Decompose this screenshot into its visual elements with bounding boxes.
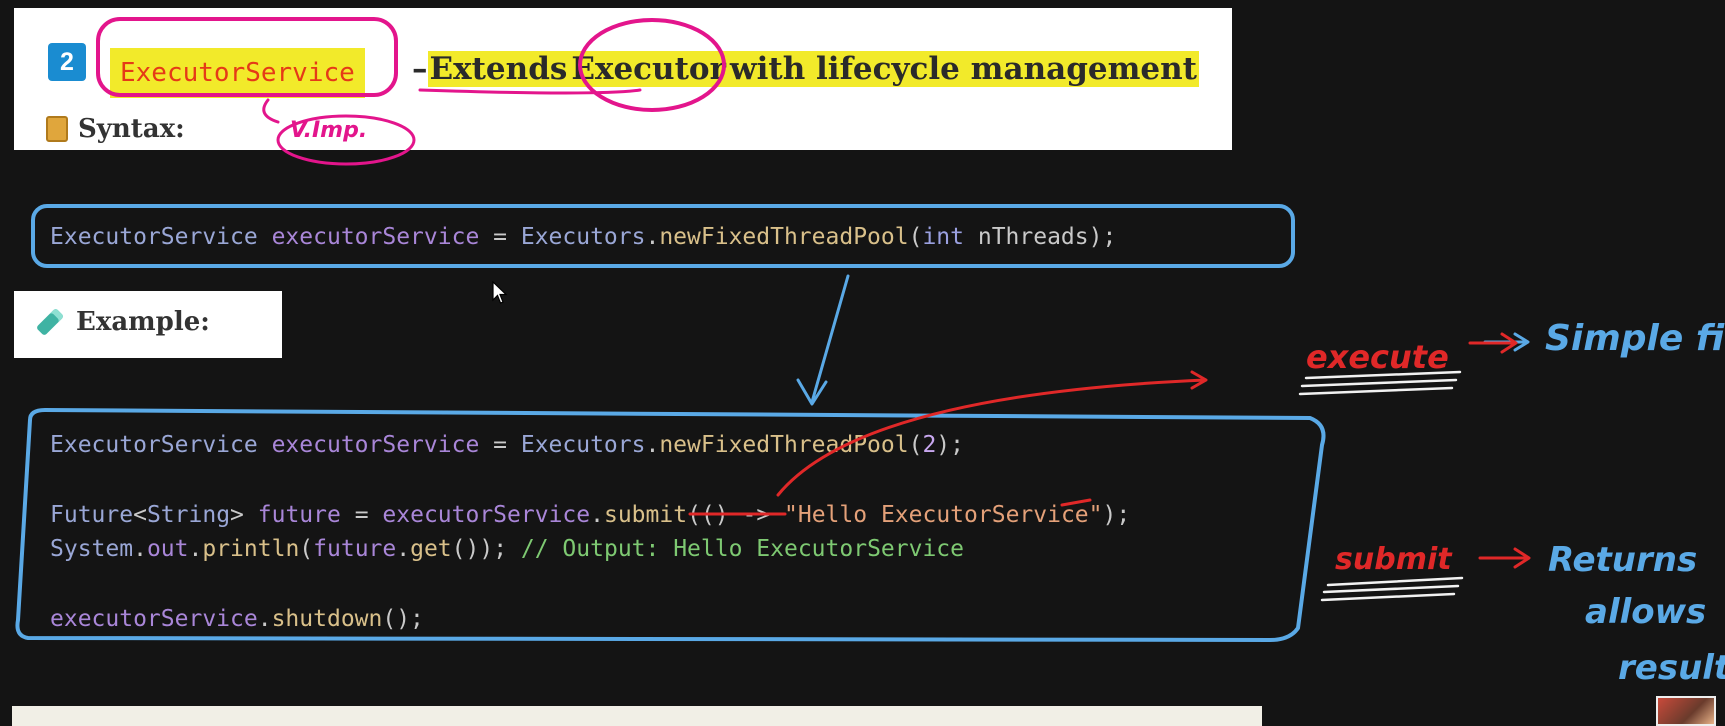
- example-code-line-2: Future<String> future = executorService.…: [50, 502, 1130, 528]
- blue-arrow-line: [810, 274, 850, 404]
- code-type: Future: [50, 502, 134, 528]
- title-dash: –: [412, 51, 428, 87]
- code-dot: .: [257, 606, 272, 632]
- code-type: ExecutorService: [50, 224, 258, 250]
- code-var: executorService: [271, 432, 480, 458]
- code-dot: .: [645, 224, 660, 250]
- code-dot: .: [133, 536, 147, 562]
- submit-underline: [1320, 576, 1464, 602]
- code-lambda: (() ->: [687, 502, 785, 528]
- annotation-returns: Returns: [1548, 540, 1698, 580]
- code-param-name: nThreads: [977, 224, 1089, 250]
- code-close: );: [936, 432, 964, 458]
- code-type: ExecutorService: [50, 432, 258, 458]
- code-close: );: [1088, 224, 1117, 250]
- code-field: out: [146, 536, 189, 562]
- class-name-highlight: ExecutorService: [110, 48, 365, 98]
- title-pre: Extends: [427, 51, 570, 87]
- code-method: println: [202, 536, 300, 562]
- code-comment: // Output: Hello ExecutorService: [507, 536, 965, 562]
- code-eq: =: [479, 224, 521, 250]
- code-method: newFixedThreadPool: [659, 224, 909, 250]
- code-dot: .: [188, 536, 203, 562]
- code-open: (: [299, 536, 314, 562]
- code-method: newFixedThreadPool: [659, 432, 909, 458]
- title-executor: Executor: [569, 51, 728, 87]
- next-section-card: [12, 706, 1262, 726]
- annotation-submit: submit: [1335, 542, 1452, 577]
- code-method: submit: [603, 502, 688, 528]
- code-class: Executors: [520, 432, 646, 458]
- code-var: executorService: [271, 224, 480, 250]
- code-close: ();: [382, 606, 424, 632]
- annotation-vimp: V.Imp.: [290, 118, 368, 143]
- example-label: Example:: [76, 307, 210, 337]
- pencil-icon: [35, 307, 65, 337]
- example-heading: Example:: [35, 307, 210, 337]
- code-generic-type: String: [146, 502, 231, 528]
- header-card: 2 ExecutorService – Extends Executor wit…: [14, 8, 1232, 150]
- red-arrow-head: [1190, 370, 1208, 390]
- red-arrow-execute: [1468, 332, 1518, 354]
- annotation-execute: execute: [1306, 338, 1449, 376]
- code-dot: .: [590, 502, 604, 528]
- code-var: future: [257, 502, 341, 528]
- blue-arrow-right: [1483, 332, 1530, 352]
- code-open: (: [908, 432, 923, 458]
- code-dot: .: [645, 432, 660, 458]
- syntax-label: Syntax:: [78, 114, 185, 144]
- red-arrow-submit: [1478, 547, 1531, 569]
- code-arg: 2: [922, 432, 937, 458]
- blue-arrow-head: [796, 378, 828, 406]
- code-generic-open: <: [133, 502, 147, 528]
- code-close: );: [1102, 502, 1131, 528]
- code-object: executorService: [382, 502, 591, 528]
- code-param-type: int: [922, 224, 964, 250]
- code-eq: =: [340, 502, 383, 528]
- mouse-cursor-icon: [492, 281, 508, 304]
- code-close: ());: [451, 536, 508, 562]
- example-code-line-4: executorService.shutdown();: [50, 606, 424, 632]
- code-object: executorService: [50, 606, 258, 632]
- code-eq: =: [479, 432, 521, 458]
- annotation-allows: allows: [1585, 592, 1707, 632]
- code-call: get: [410, 536, 452, 562]
- code-object: future: [313, 536, 397, 562]
- example-card: Example:: [14, 291, 282, 358]
- section-title: – Extends Executor with lifecycle manage…: [412, 44, 1199, 94]
- section-number-badge: 2: [48, 43, 86, 81]
- code-generic-close: >: [230, 502, 244, 528]
- syntax-heading: Syntax:: [46, 114, 185, 144]
- code-string: "Hello ExecutorService": [784, 502, 1103, 528]
- example-code-line-3: System.out.println(future.get()); // Out…: [50, 536, 964, 562]
- annotation-simple: Simple fi: [1545, 318, 1725, 359]
- scroll-icon: [46, 116, 68, 142]
- syntax-code-line: ExecutorService executorService = Execut…: [50, 224, 1116, 250]
- annotation-result: result: [1618, 648, 1725, 688]
- code-class: Executors: [520, 224, 646, 250]
- example-code-line-1: ExecutorService executorService = Execut…: [50, 432, 964, 458]
- code-class: System: [50, 536, 134, 562]
- code-method: shutdown: [271, 606, 383, 632]
- presenter-avatar: [1656, 696, 1716, 726]
- title-post: with lifecycle management: [727, 51, 1199, 87]
- code-open: (: [908, 224, 923, 250]
- code-dot: .: [396, 536, 411, 562]
